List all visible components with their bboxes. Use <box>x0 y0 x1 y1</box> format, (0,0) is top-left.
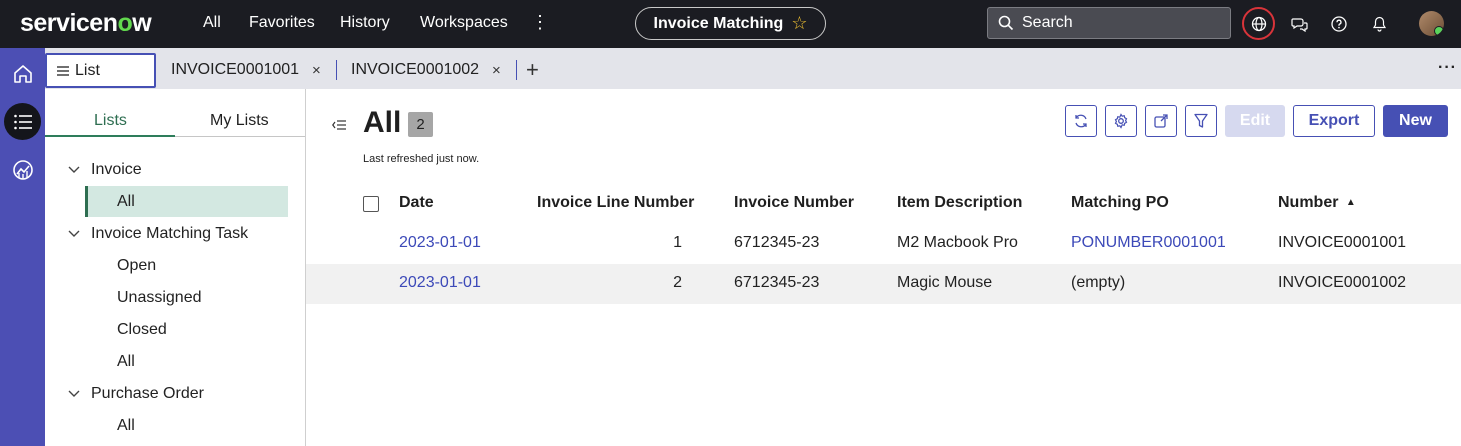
cell-invoice-number: 6712345-23 <box>734 234 820 251</box>
edit-button[interactable]: Edit <box>1225 105 1285 137</box>
active-tab-indicator <box>45 135 175 137</box>
page-title: All <box>363 106 402 139</box>
tree-item-unassigned[interactable]: Unassigned <box>117 289 202 307</box>
logo-o: o <box>117 9 133 37</box>
export-button[interactable]: Export <box>1293 105 1375 137</box>
tree-item-invoice-all[interactable]: All <box>117 193 135 211</box>
tree-group-invoice-matching-task[interactable]: Invoice Matching Task <box>67 225 248 243</box>
new-button[interactable]: New <box>1383 105 1448 137</box>
chevron-down-icon <box>67 227 81 241</box>
cell-matching-po: (empty) <box>1071 274 1126 291</box>
context-pill[interactable]: Invoice Matching ☆ <box>635 7 826 40</box>
home-icon[interactable] <box>5 56 41 92</box>
tree-item-closed[interactable]: Closed <box>117 321 167 339</box>
filter-button[interactable] <box>1185 105 1217 137</box>
column-header-matching-po[interactable]: Matching PO <box>1071 194 1169 212</box>
more-menu-icon[interactable]: ⋮ <box>531 12 549 33</box>
tree-item-open[interactable]: Open <box>117 257 156 275</box>
star-icon[interactable]: ☆ <box>791 13 807 34</box>
list-view: All 2 Last refreshed just now. Edit Expo… <box>306 89 1461 446</box>
cell-item-description: M2 Macbook Pro <box>897 234 1018 251</box>
column-header-number[interactable]: Number ▲ <box>1278 194 1356 212</box>
tab-overflow-icon[interactable]: ··· <box>1438 59 1457 77</box>
cell-matching-po-link[interactable]: PONUMBER0001001 <box>1071 234 1226 252</box>
tab-bar: List INVOICE0001001 × INVOICE0001002 × +… <box>45 48 1461 89</box>
tab-my-lists[interactable]: My Lists <box>210 112 269 130</box>
tree-group-label: Invoice Matching Task <box>91 225 249 242</box>
logo-suffix: w <box>132 9 152 37</box>
nav-workspaces[interactable]: Workspaces <box>420 14 508 32</box>
all-menu-list-icon[interactable] <box>4 103 41 140</box>
tree-group-label: Invoice <box>91 161 142 178</box>
table-row[interactable]: 2023-01-01 2 6712345-23 Magic Mouse (emp… <box>306 264 1461 304</box>
settings-button[interactable] <box>1105 105 1137 137</box>
add-tab-icon[interactable]: + <box>526 57 539 83</box>
filter-icon <box>1194 113 1208 128</box>
record-count-badge: 2 <box>408 112 433 137</box>
logo-prefix: servicen <box>20 9 118 37</box>
column-header-number-label: Number <box>1278 194 1339 211</box>
chevron-down-icon <box>67 163 81 177</box>
tab-list[interactable]: List <box>45 53 156 88</box>
external-link-icon <box>1154 114 1168 128</box>
global-search[interactable]: Search <box>987 7 1231 39</box>
cell-invoice-line-number: 1 <box>673 234 682 251</box>
servicenow-logo[interactable]: servicenow <box>20 9 152 38</box>
last-refreshed-text: Last refreshed just now. <box>363 153 480 165</box>
close-tab-icon[interactable]: × <box>492 62 501 79</box>
cell-invoice-number: 6712345-23 <box>734 274 820 291</box>
left-rail <box>0 48 45 446</box>
table-row[interactable]: 2023-01-01 1 6712345-23 M2 Macbook Pro P… <box>306 224 1461 264</box>
user-avatar[interactable] <box>1419 11 1444 36</box>
collapse-panel-icon[interactable] <box>332 117 346 135</box>
tree-group-purchase-order[interactable]: Purchase Order <box>67 385 204 403</box>
column-header-date[interactable]: Date <box>399 194 434 212</box>
tab-list-label: List <box>75 61 100 79</box>
cell-item-description: Magic Mouse <box>897 274 993 291</box>
search-label: Search <box>1022 14 1073 31</box>
search-icon <box>998 15 1014 31</box>
language-globe-button[interactable] <box>1242 7 1275 40</box>
top-navigation-bar: servicenow All Favorites History Workspa… <box>0 0 1461 48</box>
analytics-dashboard-icon[interactable] <box>5 152 41 188</box>
table-header: Date Invoice Line Number Invoice Number … <box>306 184 1461 224</box>
cell-number: INVOICE0001001 <box>1278 234 1407 251</box>
cell-number: INVOICE0001002 <box>1278 274 1407 291</box>
sort-ascending-icon: ▲ <box>1345 197 1356 208</box>
nav-favorites[interactable]: Favorites <box>249 14 315 32</box>
cell-date[interactable]: 2023-01-01 <box>399 234 481 252</box>
tab-invoice0001002[interactable]: INVOICE0001002 <box>351 61 479 79</box>
lists-panel: Lists My Lists Invoice All Invoice Match… <box>45 89 306 446</box>
tab-lists[interactable]: Lists <box>94 112 127 130</box>
tree-group-label: Purchase Order <box>91 385 204 402</box>
help-icon[interactable] <box>1327 12 1351 36</box>
chat-icon[interactable] <box>1287 12 1311 36</box>
column-header-item-description[interactable]: Item Description <box>897 194 1022 212</box>
refresh-button[interactable] <box>1065 105 1097 137</box>
globe-icon <box>1251 16 1266 31</box>
gear-icon <box>1114 113 1128 129</box>
select-all-checkbox[interactable] <box>363 196 379 212</box>
list-icon <box>57 65 69 76</box>
column-header-invoice-number[interactable]: Invoice Number <box>734 194 854 212</box>
cell-invoice-line-number: 2 <box>673 274 682 291</box>
nav-all[interactable]: All <box>203 14 221 32</box>
tab-separator <box>516 60 517 80</box>
context-pill-label: Invoice Matching <box>653 14 784 32</box>
nav-history[interactable]: History <box>340 14 390 32</box>
tree-group-invoice[interactable]: Invoice <box>67 161 142 179</box>
chevron-down-icon <box>67 387 81 401</box>
tree-item-po-all[interactable]: All <box>117 417 135 435</box>
column-header-invoice-line-number[interactable]: Invoice Line Number <box>537 194 694 212</box>
tab-invoice0001001[interactable]: INVOICE0001001 <box>171 61 299 79</box>
cell-date[interactable]: 2023-01-01 <box>399 274 481 292</box>
close-tab-icon[interactable]: × <box>312 62 321 79</box>
open-external-button[interactable] <box>1145 105 1177 137</box>
refresh-icon <box>1075 114 1087 128</box>
notifications-bell-icon[interactable] <box>1367 12 1391 36</box>
tree-item-task-all[interactable]: All <box>117 353 135 371</box>
tab-separator <box>336 60 337 80</box>
selected-item-highlight <box>85 186 288 217</box>
